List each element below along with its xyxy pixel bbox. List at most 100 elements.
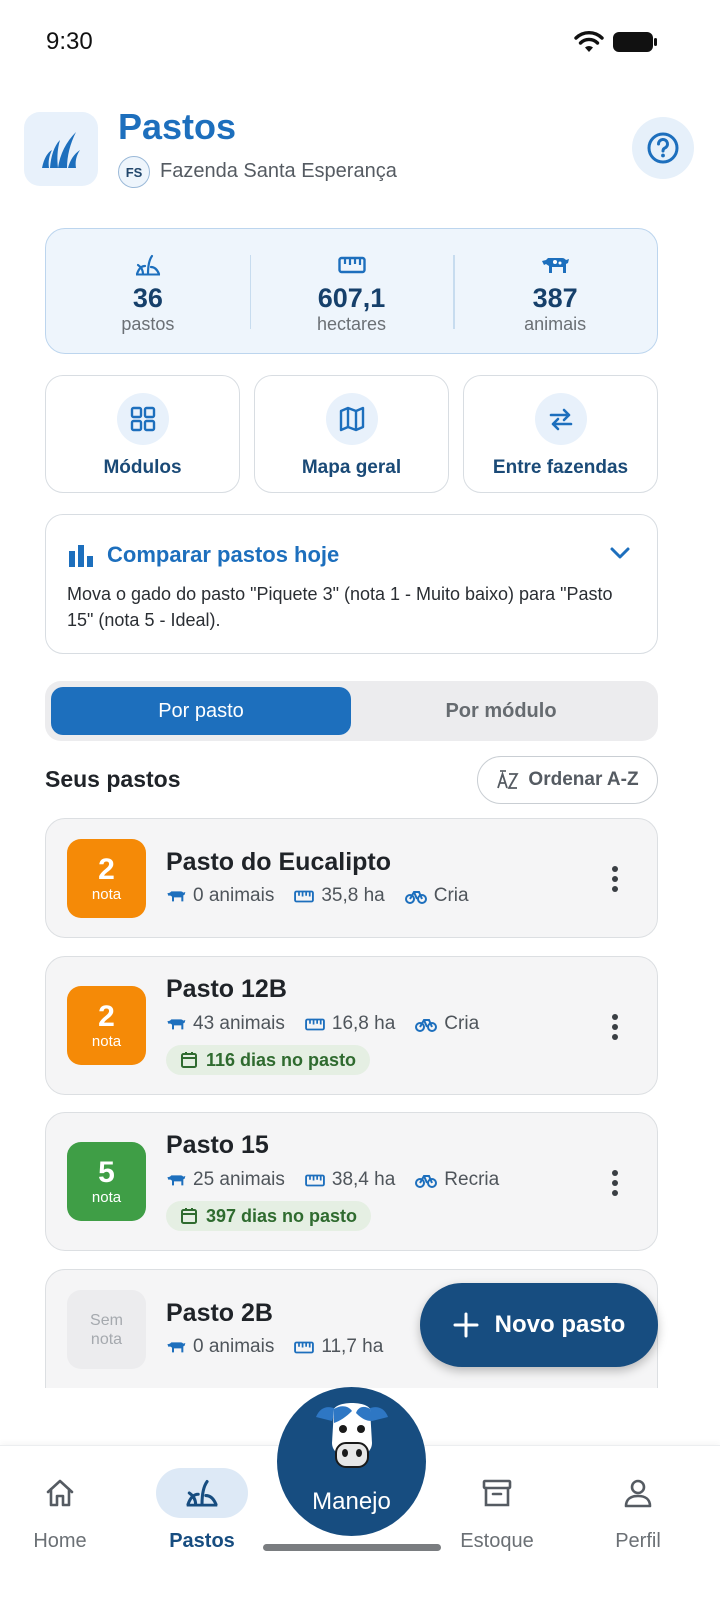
action-label: Entre fazendas — [492, 457, 629, 478]
cow-icon — [167, 1175, 186, 1186]
pasture-card[interactable]: 5 nota Pasto 15 25 animais 38,4 ha Recri… — [45, 1112, 658, 1251]
status-time: 9:30 — [46, 28, 93, 55]
grass-logo-icon — [42, 132, 80, 168]
compare-card[interactable]: Comparar pastos hoje Mova o gado do past… — [45, 514, 658, 654]
grid-icon — [130, 406, 155, 432]
nav-estoque[interactable]: Estoque — [437, 1468, 557, 1553]
header: Pastos FS Fazenda Santa Esperança — [24, 106, 696, 192]
nav-label: Home — [33, 1530, 87, 1552]
score-badge: Sem nota — [67, 1290, 146, 1369]
battery-icon — [613, 32, 657, 52]
bar-chart-icon — [69, 545, 93, 567]
pasture-card[interactable]: 2 nota Pasto 12B 43 animais 16,8 ha Cria… — [45, 956, 658, 1095]
stat-label: hectares — [316, 314, 387, 334]
category-icon — [415, 1019, 438, 1032]
stats-card: 36 pastos 607,1 hectares 387 animais — [45, 228, 658, 354]
help-button[interactable] — [632, 117, 694, 179]
help-icon — [647, 132, 679, 164]
nav-label: Pastos — [169, 1530, 235, 1552]
score-badge: 2 nota — [67, 839, 146, 918]
more-options-button[interactable] — [603, 859, 627, 899]
score-label: nota — [91, 1032, 122, 1050]
more-vert-icon — [612, 866, 618, 892]
pasture-name: Pasto do Eucalipto — [166, 848, 392, 876]
calendar-icon — [181, 1052, 197, 1068]
cow-icon — [542, 258, 570, 273]
nav-home[interactable]: Home — [0, 1468, 120, 1553]
grass-icon — [186, 1480, 218, 1507]
more-vert-icon — [612, 1014, 618, 1040]
nav-pastos[interactable]: Pastos — [142, 1468, 262, 1553]
quick-actions: Módulos Mapa geral Entre fazendas — [45, 375, 658, 493]
pasture-meta: 25 animais 38,4 ha Recria — [166, 1169, 519, 1191]
manejo-button[interactable]: Manejo — [277, 1387, 426, 1536]
status-bar: 9:30 — [0, 0, 720, 86]
score-none-label: Sem — [90, 1311, 123, 1329]
action-label: Mapa geral — [301, 457, 402, 478]
category-value: Cria — [444, 1013, 480, 1034]
cow-icon — [167, 1342, 186, 1353]
animals-count: 25 animais — [193, 1169, 285, 1190]
days-in-pasture-badge: 397 dias no pasto — [166, 1201, 372, 1231]
view-toggle: Por pasto Por módulo — [45, 681, 658, 741]
area-value: 38,4 ha — [331, 1169, 396, 1190]
tab-por-modulo[interactable]: Por módulo — [351, 687, 651, 735]
score-label: nota — [91, 1188, 122, 1206]
animals-count: 0 animais — [193, 885, 275, 906]
cow-icon — [167, 891, 186, 902]
score-value: 2 — [98, 852, 115, 886]
nav-perfil[interactable]: Perfil — [578, 1468, 698, 1553]
stat-pastos: 36 pastos — [46, 229, 250, 353]
compare-text: Mova o gado do pasto "Piquete 3" (nota 1… — [67, 584, 613, 630]
stat-value: 36 — [132, 283, 163, 313]
score-badge: 5 nota — [67, 1142, 146, 1221]
farm-avatar[interactable]: FS — [118, 156, 150, 188]
days-value: 397 dias no pasto — [206, 1205, 358, 1226]
days-in-pasture-badge: 116 dias no pasto — [166, 1045, 371, 1075]
cow-icon — [167, 1019, 186, 1030]
calendar-icon — [181, 1208, 197, 1224]
farm-name[interactable]: Fazenda Santa Esperança — [160, 160, 397, 183]
pasture-meta: 43 animais 16,8 ha Cria — [166, 1013, 499, 1035]
more-vert-icon — [612, 1170, 618, 1196]
fab-label: Novo pasto — [494, 1311, 626, 1338]
score-label: nota — [91, 885, 122, 903]
more-options-button[interactable] — [603, 1007, 627, 1047]
score-value: 2 — [98, 999, 115, 1033]
modulos-button[interactable]: Módulos — [45, 375, 240, 493]
page-title: Pastos — [118, 106, 237, 147]
app-logo — [24, 112, 98, 186]
sort-label: Ordenar A-Z — [528, 769, 639, 790]
cow-face-icon — [315, 1403, 388, 1468]
plus-icon — [453, 1312, 479, 1338]
days-value: 116 dias no pasto — [206, 1049, 357, 1070]
pasture-card[interactable]: 2 nota Pasto do Eucalipto 0 animais 35,8… — [45, 818, 658, 938]
score-badge: 2 nota — [67, 986, 146, 1065]
area-value: 11,7 ha — [321, 1336, 384, 1357]
manejo-label: Manejo — [312, 1488, 391, 1515]
swap-icon — [549, 408, 572, 431]
tab-por-pasto[interactable]: Por pasto — [51, 687, 351, 735]
stat-value: 607,1 — [317, 283, 386, 313]
chevron-down-icon[interactable] — [609, 545, 631, 561]
stat-label: animais — [524, 314, 587, 334]
list-title: Seus pastos — [45, 766, 181, 792]
new-pasture-button[interactable]: Novo pasto — [420, 1283, 658, 1367]
ruler-icon — [337, 256, 366, 274]
category-icon — [404, 891, 427, 904]
mapa-geral-button[interactable]: Mapa geral — [254, 375, 449, 493]
ruler-icon — [305, 1018, 325, 1030]
area-value: 35,8 ha — [321, 885, 385, 906]
score-value: 5 — [98, 1155, 115, 1189]
sort-az-icon — [497, 770, 519, 789]
pasture-meta: 0 animais 11,7 ha — [166, 1336, 403, 1358]
more-options-button[interactable] — [603, 1163, 627, 1203]
animals-count: 0 animais — [193, 1336, 275, 1357]
sort-button[interactable]: Ordenar A-Z — [477, 756, 658, 804]
area-value: 16,8 ha — [331, 1013, 396, 1034]
compare-title: Comparar pastos hoje — [107, 542, 340, 567]
wifi-icon — [574, 31, 604, 52]
nav-label: Estoque — [460, 1530, 534, 1552]
map-icon — [339, 406, 364, 432]
entre-fazendas-button[interactable]: Entre fazendas — [463, 375, 658, 493]
